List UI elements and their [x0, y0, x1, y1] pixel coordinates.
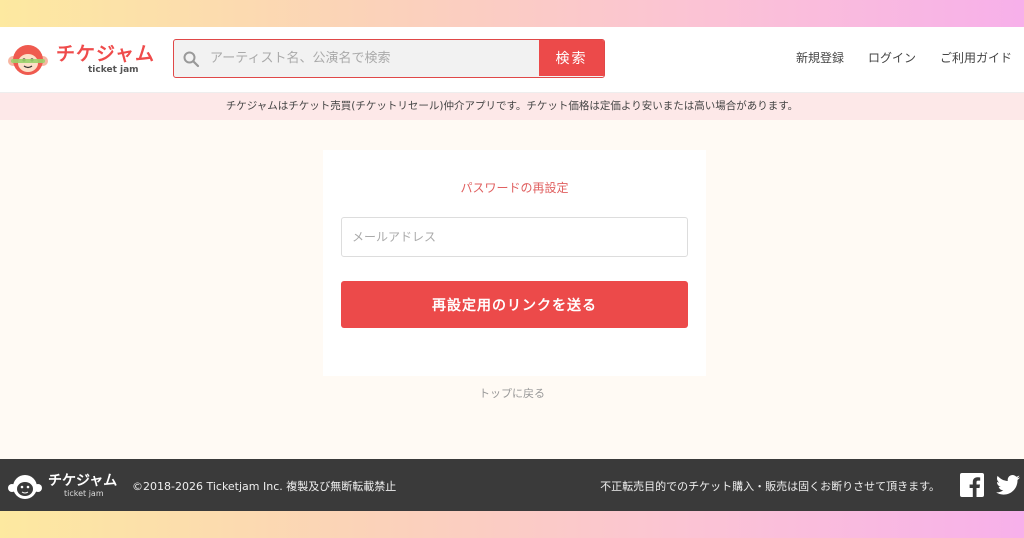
- page: チケジャム ticket jam 検索 新規登録 ログイン ご利用ガイド チケジ…: [0, 27, 1024, 511]
- notice-banner: チケジャムはチケット売買(チケットリセール)仲介アプリです。チケット価格は定価よ…: [0, 93, 1024, 120]
- monkey-logo-icon: [8, 45, 48, 75]
- twitter-icon[interactable]: [996, 474, 1020, 496]
- search-bar: 検索: [173, 39, 605, 78]
- footer-logo-subtext: ticket jam: [64, 489, 104, 498]
- back-to-top-link[interactable]: トップに戻る: [0, 385, 1024, 401]
- site-footer: チケジャム ticket jam ©2018-2026 Ticketjam In…: [0, 459, 1024, 511]
- nav-login-link[interactable]: ログイン: [868, 49, 916, 66]
- search-button[interactable]: 検索: [539, 40, 604, 76]
- logo-subtext: ticket jam: [88, 65, 139, 75]
- email-field[interactable]: [341, 217, 688, 257]
- copyright-text: ©2018-2026 Ticketjam Inc. 複製及び無断転載禁止: [132, 480, 397, 493]
- site-logo[interactable]: チケジャム ticket jam: [8, 39, 158, 81]
- monkey-logo-icon: [8, 475, 42, 499]
- send-reset-link-button[interactable]: 再設定用のリンクを送る: [341, 281, 688, 328]
- logo-text: チケジャム: [56, 43, 156, 65]
- header-nav: 新規登録 ログイン ご利用ガイド: [796, 49, 1012, 66]
- nav-guide-link[interactable]: ご利用ガイド: [940, 49, 1012, 66]
- footer-logo-text: チケジャム: [48, 473, 118, 489]
- search-input[interactable]: [210, 40, 540, 76]
- facebook-icon[interactable]: [960, 473, 984, 497]
- nav-register-link[interactable]: 新規登録: [796, 49, 844, 66]
- site-header: チケジャム ticket jam 検索 新規登録 ログイン ご利用ガイド: [0, 27, 1024, 93]
- footer-notice: 不正転売目的でのチケット購入・販売は固くお断りさせて頂きます。: [600, 480, 940, 493]
- password-reset-card: パスワードの再設定 再設定用のリンクを送る: [323, 150, 706, 376]
- page-title: パスワードの再設定: [460, 181, 569, 195]
- footer-logo[interactable]: チケジャム ticket jam: [8, 469, 118, 503]
- search-icon: [183, 51, 200, 68]
